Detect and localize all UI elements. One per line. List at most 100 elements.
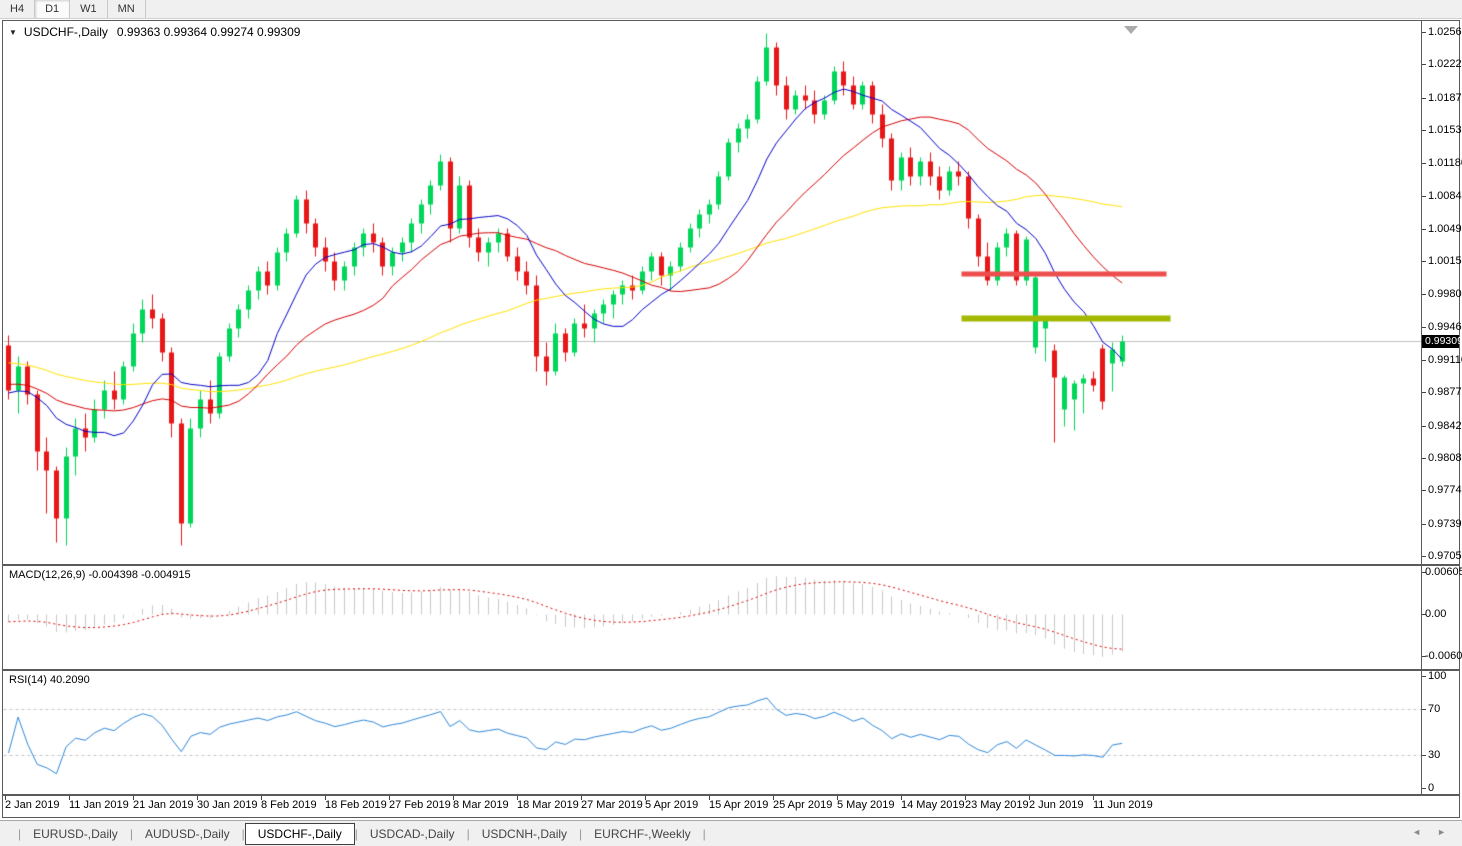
price-axis-tick	[1422, 490, 1426, 491]
date-axis-label: 23 May 2019	[965, 799, 1029, 811]
date-axis-label: 5 Apr 2019	[645, 799, 698, 811]
rsi-axis-label: 0	[1428, 782, 1434, 794]
macd-axis: 0.006058 0.00 -0.006096	[1422, 566, 1459, 669]
price-axis-tick	[1422, 130, 1426, 131]
price-axis-label: 0.99800	[1428, 288, 1462, 300]
tab-scroll-right-icon[interactable]: ►	[1437, 827, 1446, 837]
price-axis-label: 1.02220	[1428, 58, 1462, 70]
timeframe-toolbar: H4D1W1MN	[0, 0, 1462, 19]
price-axis-label: 0.99460	[1428, 321, 1462, 333]
chart-tab-eurusd[interactable]: EURUSD-,Daily	[21, 824, 130, 844]
rsi-axis-tick	[1422, 755, 1426, 756]
macd-canvas[interactable]	[3, 566, 1421, 669]
chart-tab-bar: |EURUSD-,Daily|AUDUSD-,Daily|USDCHF-,Dai…	[0, 820, 1462, 846]
price-axis-label: 0.97050	[1428, 550, 1462, 562]
chart-tab-usdchf[interactable]: USDCHF-,Daily	[245, 823, 355, 845]
price-axis-tick	[1422, 360, 1426, 361]
date-axis-label: 5 May 2019	[837, 799, 894, 811]
date-axis-label: 11 Jun 2019	[1093, 799, 1153, 811]
tab-separator: |	[703, 827, 706, 841]
rsi-canvas[interactable]	[3, 671, 1421, 794]
chart-tab-audusd[interactable]: AUDUSD-,Daily	[133, 824, 242, 844]
rsi-axis-label: 100	[1428, 670, 1446, 682]
price-axis-tick	[1422, 426, 1426, 427]
price-axis-label: 0.98080	[1428, 452, 1462, 464]
macd-panel: MACD(12,26,9) -0.004398 -0.004915 0.0060…	[3, 566, 1459, 671]
date-axis-label: 30 Jan 2019	[197, 799, 258, 811]
price-axis-tick	[1422, 229, 1426, 230]
price-axis-label: 0.98770	[1428, 386, 1462, 398]
price-axis-tick	[1422, 261, 1426, 262]
current-price-tag: 0.99309	[1422, 335, 1459, 348]
date-axis-label: 18 Feb 2019	[325, 799, 387, 811]
price-axis-tick	[1422, 327, 1426, 328]
timeframe-button-d1[interactable]: D1	[35, 0, 70, 18]
price-axis-label: 1.00840	[1428, 190, 1462, 202]
date-axis-label: 27 Mar 2019	[581, 799, 643, 811]
date-axis: 2 Jan 2019 11 Jan 2019 21 Jan 201930 Jan 2…	[3, 796, 1459, 817]
timeframe-button-mn[interactable]: MN	[108, 0, 146, 18]
price-axis-label: 0.98420	[1428, 420, 1462, 432]
date-axis-label: 14 May 2019	[901, 799, 965, 811]
date-axis-label: 8 Feb 2019	[261, 799, 317, 811]
macd-axis-label: 0.006058	[1425, 566, 1462, 578]
price-axis-label: 1.02560	[1428, 26, 1462, 38]
price-axis-tick	[1422, 163, 1426, 164]
date-axis-label: 25 Apr 2019	[773, 799, 832, 811]
price-axis-tick	[1422, 98, 1426, 99]
date-axis-label: 8 Mar 2019	[453, 799, 509, 811]
rsi-plot-area: RSI(14) 40.2090	[3, 671, 1422, 794]
chart-tab-usdcad[interactable]: USDCAD-,Daily	[358, 824, 467, 844]
macd-axis-label: 0.00	[1425, 608, 1446, 620]
tab-scroll-arrows: ◄ ►	[1412, 827, 1446, 837]
rsi-axis: 100 70 30 0	[1422, 671, 1459, 794]
macd-label: MACD(12,26,9) -0.004398 -0.004915	[9, 569, 191, 581]
price-axis-tick	[1422, 458, 1426, 459]
price-axis-tick	[1422, 196, 1426, 197]
price-axis-label: 1.00490	[1428, 223, 1462, 235]
chart-tab-eurchf[interactable]: EURCHF-,Weekly	[582, 824, 702, 844]
chart-title: ▼ USDCHF-,Daily 0.99363 0.99364 0.99274 …	[9, 25, 300, 39]
rsi-axis-label: 70	[1428, 703, 1440, 715]
date-axis-label: 2 Jun 2019	[1029, 799, 1083, 811]
price-axis-tick	[1422, 524, 1426, 525]
price-chart-canvas[interactable]	[3, 21, 1421, 564]
symbol-dropdown-icon[interactable]: ▼	[9, 28, 17, 37]
price-axis-tick	[1422, 294, 1426, 295]
symbol-title: USDCHF-,Daily	[24, 25, 108, 39]
timeframe-button-h4[interactable]: H4	[0, 0, 35, 18]
price-axis-label: 1.00150	[1428, 255, 1462, 267]
date-axis-label: 2 Jan 2019	[5, 799, 59, 811]
price-axis-label: 1.01870	[1428, 92, 1462, 104]
price-axis-label: 0.97740	[1428, 484, 1462, 496]
date-axis-label: 27 Feb 2019	[389, 799, 451, 811]
rsi-axis-tick	[1422, 709, 1426, 710]
price-axis-label: 0.97390	[1428, 518, 1462, 530]
price-axis-tick	[1422, 556, 1426, 557]
date-axis-label: 15 Apr 2019	[709, 799, 768, 811]
rsi-axis-tick	[1422, 788, 1426, 789]
ohlc-quotes: 0.99363 0.99364 0.99274 0.99309	[117, 25, 301, 39]
chart-tab-usdcnh[interactable]: USDCNH-,Daily	[470, 824, 579, 844]
tab-scroll-left-icon[interactable]: ◄	[1412, 827, 1421, 837]
macd-axis-label: -0.006096	[1425, 650, 1462, 662]
date-axis-label: 21 Jan 2019	[133, 799, 194, 811]
price-axis-label: 0.99110	[1428, 354, 1462, 366]
date-axis-label: 18 Mar 2019	[517, 799, 579, 811]
rsi-axis-label: 30	[1428, 749, 1440, 761]
rsi-panel: RSI(14) 40.2090 100 70 30 0	[3, 671, 1459, 796]
date-axis-label: 11 Jan 2019	[69, 799, 129, 811]
price-axis-label: 1.01180	[1428, 157, 1462, 169]
price-axis: 0.99309 1.025601.022201.018701.015301.01…	[1422, 21, 1459, 564]
rsi-axis-tick	[1422, 676, 1426, 677]
rsi-label: RSI(14) 40.2090	[9, 674, 90, 686]
price-axis-tick	[1422, 32, 1426, 33]
macd-plot-area: MACD(12,26,9) -0.004398 -0.004915	[3, 566, 1422, 669]
price-axis-tick	[1422, 392, 1426, 393]
chart-window: ▼ USDCHF-,Daily 0.99363 0.99364 0.99274 …	[2, 20, 1460, 818]
price-panel: ▼ USDCHF-,Daily 0.99363 0.99364 0.99274 …	[3, 21, 1459, 566]
timeframe-button-w1[interactable]: W1	[70, 0, 108, 18]
price-axis-tick	[1422, 64, 1426, 65]
price-plot-area: ▼ USDCHF-,Daily 0.99363 0.99364 0.99274 …	[3, 21, 1422, 564]
chart-shift-marker-icon[interactable]	[1124, 26, 1138, 34]
